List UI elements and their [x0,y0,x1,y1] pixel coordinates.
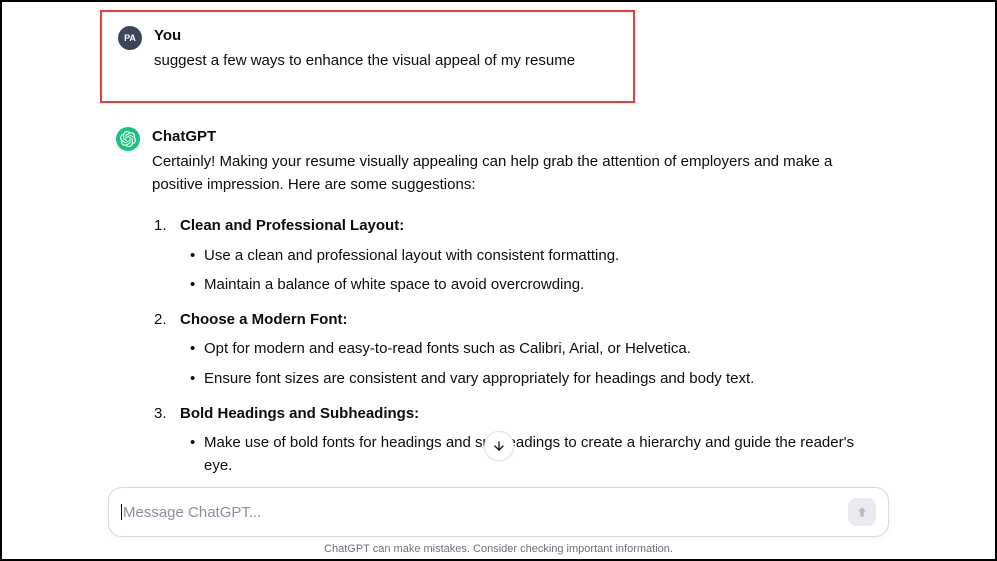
user-sender-label: You [154,24,617,47]
list-item: Maintain a balance of white space to avo… [190,273,885,296]
list-item: Bold Headings and Subheadings: Make use … [168,402,885,478]
list-item: Ensure font sizes are consistent and var… [190,367,885,390]
scroll-to-bottom-button[interactable] [484,431,514,461]
bullet-list: Opt for modern and easy-to-read fonts su… [180,337,885,390]
assistant-message-content: ChatGPT Certainly! Making your resume vi… [152,125,885,488]
tips-list: Clean and Professional Layout: Use a cle… [152,214,885,487]
list-item: Use a clean and professional layout with… [190,244,885,267]
message-input[interactable] [123,504,848,521]
list-item: Make use of bold fonts for headings and … [190,431,885,478]
message-composer[interactable] [108,487,889,537]
user-message: PA You suggest a few ways to enhance the… [118,24,617,73]
user-message-content: You suggest a few ways to enhance the vi… [154,24,617,73]
arrow-down-icon [492,439,506,453]
bullet-list: Use a clean and professional layout with… [180,244,885,297]
text-cursor-icon [121,504,122,520]
openai-logo-icon [120,131,136,147]
bullet-list: Make use of bold fonts for headings and … [180,431,885,478]
list-item: Choose a Modern Font: Opt for modern and… [168,308,885,390]
list-item: Clean and Professional Layout: Use a cle… [168,214,885,296]
list-item: Opt for modern and easy-to-read fonts su… [190,337,885,360]
disclaimer-text: ChatGPT can make mistakes. Consider chec… [2,543,995,555]
composer-area [2,487,995,537]
send-button[interactable] [848,498,876,526]
tip-title: Bold Headings and Subheadings: [180,405,419,422]
assistant-avatar [116,127,140,151]
user-avatar: PA [118,26,142,50]
tip-title: Choose a Modern Font: [180,311,348,328]
assistant-intro-text: Certainly! Making your resume visually a… [152,150,885,197]
chat-scroll-area: PA You suggest a few ways to enhance the… [2,2,995,487]
assistant-sender-label: ChatGPT [152,125,885,148]
user-message-text: suggest a few ways to enhance the visual… [154,49,617,72]
arrow-up-icon [855,505,869,519]
tip-title: Clean and Professional Layout: [180,217,404,234]
user-message-highlight: PA You suggest a few ways to enhance the… [100,10,635,103]
